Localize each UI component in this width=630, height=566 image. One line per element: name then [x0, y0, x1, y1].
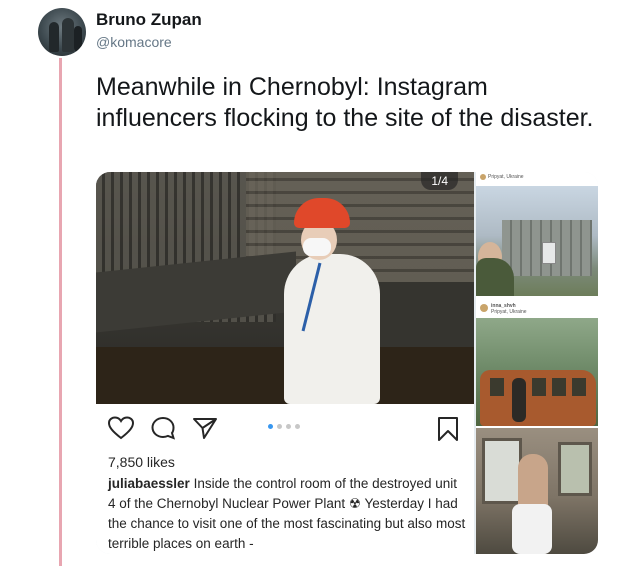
- tweet-media[interactable]: 1/4 7,850 likes juliabaessler Inside the…: [96, 172, 598, 554]
- carousel-dot: [268, 424, 273, 429]
- post-actions: [96, 404, 474, 452]
- like-count[interactable]: 7,850 likes: [108, 454, 175, 470]
- carousel-dot: [295, 424, 300, 429]
- post-photo[interactable]: 1/4: [96, 172, 474, 404]
- heart-icon[interactable]: [108, 416, 134, 440]
- side-post-location: Pripyat, Ukraine: [488, 174, 524, 180]
- carousel-counter: 1/4: [421, 172, 458, 190]
- side-photo[interactable]: [476, 186, 598, 296]
- author-name[interactable]: Bruno Zupan: [96, 10, 202, 30]
- carousel-dot: [286, 424, 291, 429]
- tweet-text: Meanwhile in Chernobyl: Instagram influe…: [96, 73, 594, 132]
- side-post-1[interactable]: Pripyat, Ukraine: [476, 172, 598, 296]
- side-post-3[interactable]: [476, 428, 598, 554]
- bookmark-icon[interactable]: [436, 416, 460, 442]
- post-caption: juliabaessler Inside the control room of…: [108, 474, 468, 554]
- caption-username[interactable]: juliabaessler: [108, 476, 190, 491]
- avatar[interactable]: [38, 8, 86, 56]
- carousel-dot: [277, 424, 282, 429]
- thread-line: [59, 58, 62, 566]
- author-handle[interactable]: @komacore: [96, 34, 172, 50]
- instagram-post: 1/4 7,850 likes juliabaessler Inside the…: [96, 172, 474, 554]
- comment-icon[interactable]: [150, 416, 176, 440]
- avatar: [480, 174, 486, 180]
- share-icon[interactable]: [192, 416, 218, 440]
- side-photo[interactable]: [476, 318, 598, 426]
- side-post-location: Pripyat, Ukraine: [491, 309, 527, 315]
- avatar: [480, 304, 488, 312]
- side-post-2[interactable]: inna_shvh Pripyat, Ukraine: [476, 298, 598, 426]
- side-posts: Pripyat, Ukraine inna_shvh Pripyat, Ukra…: [476, 172, 598, 554]
